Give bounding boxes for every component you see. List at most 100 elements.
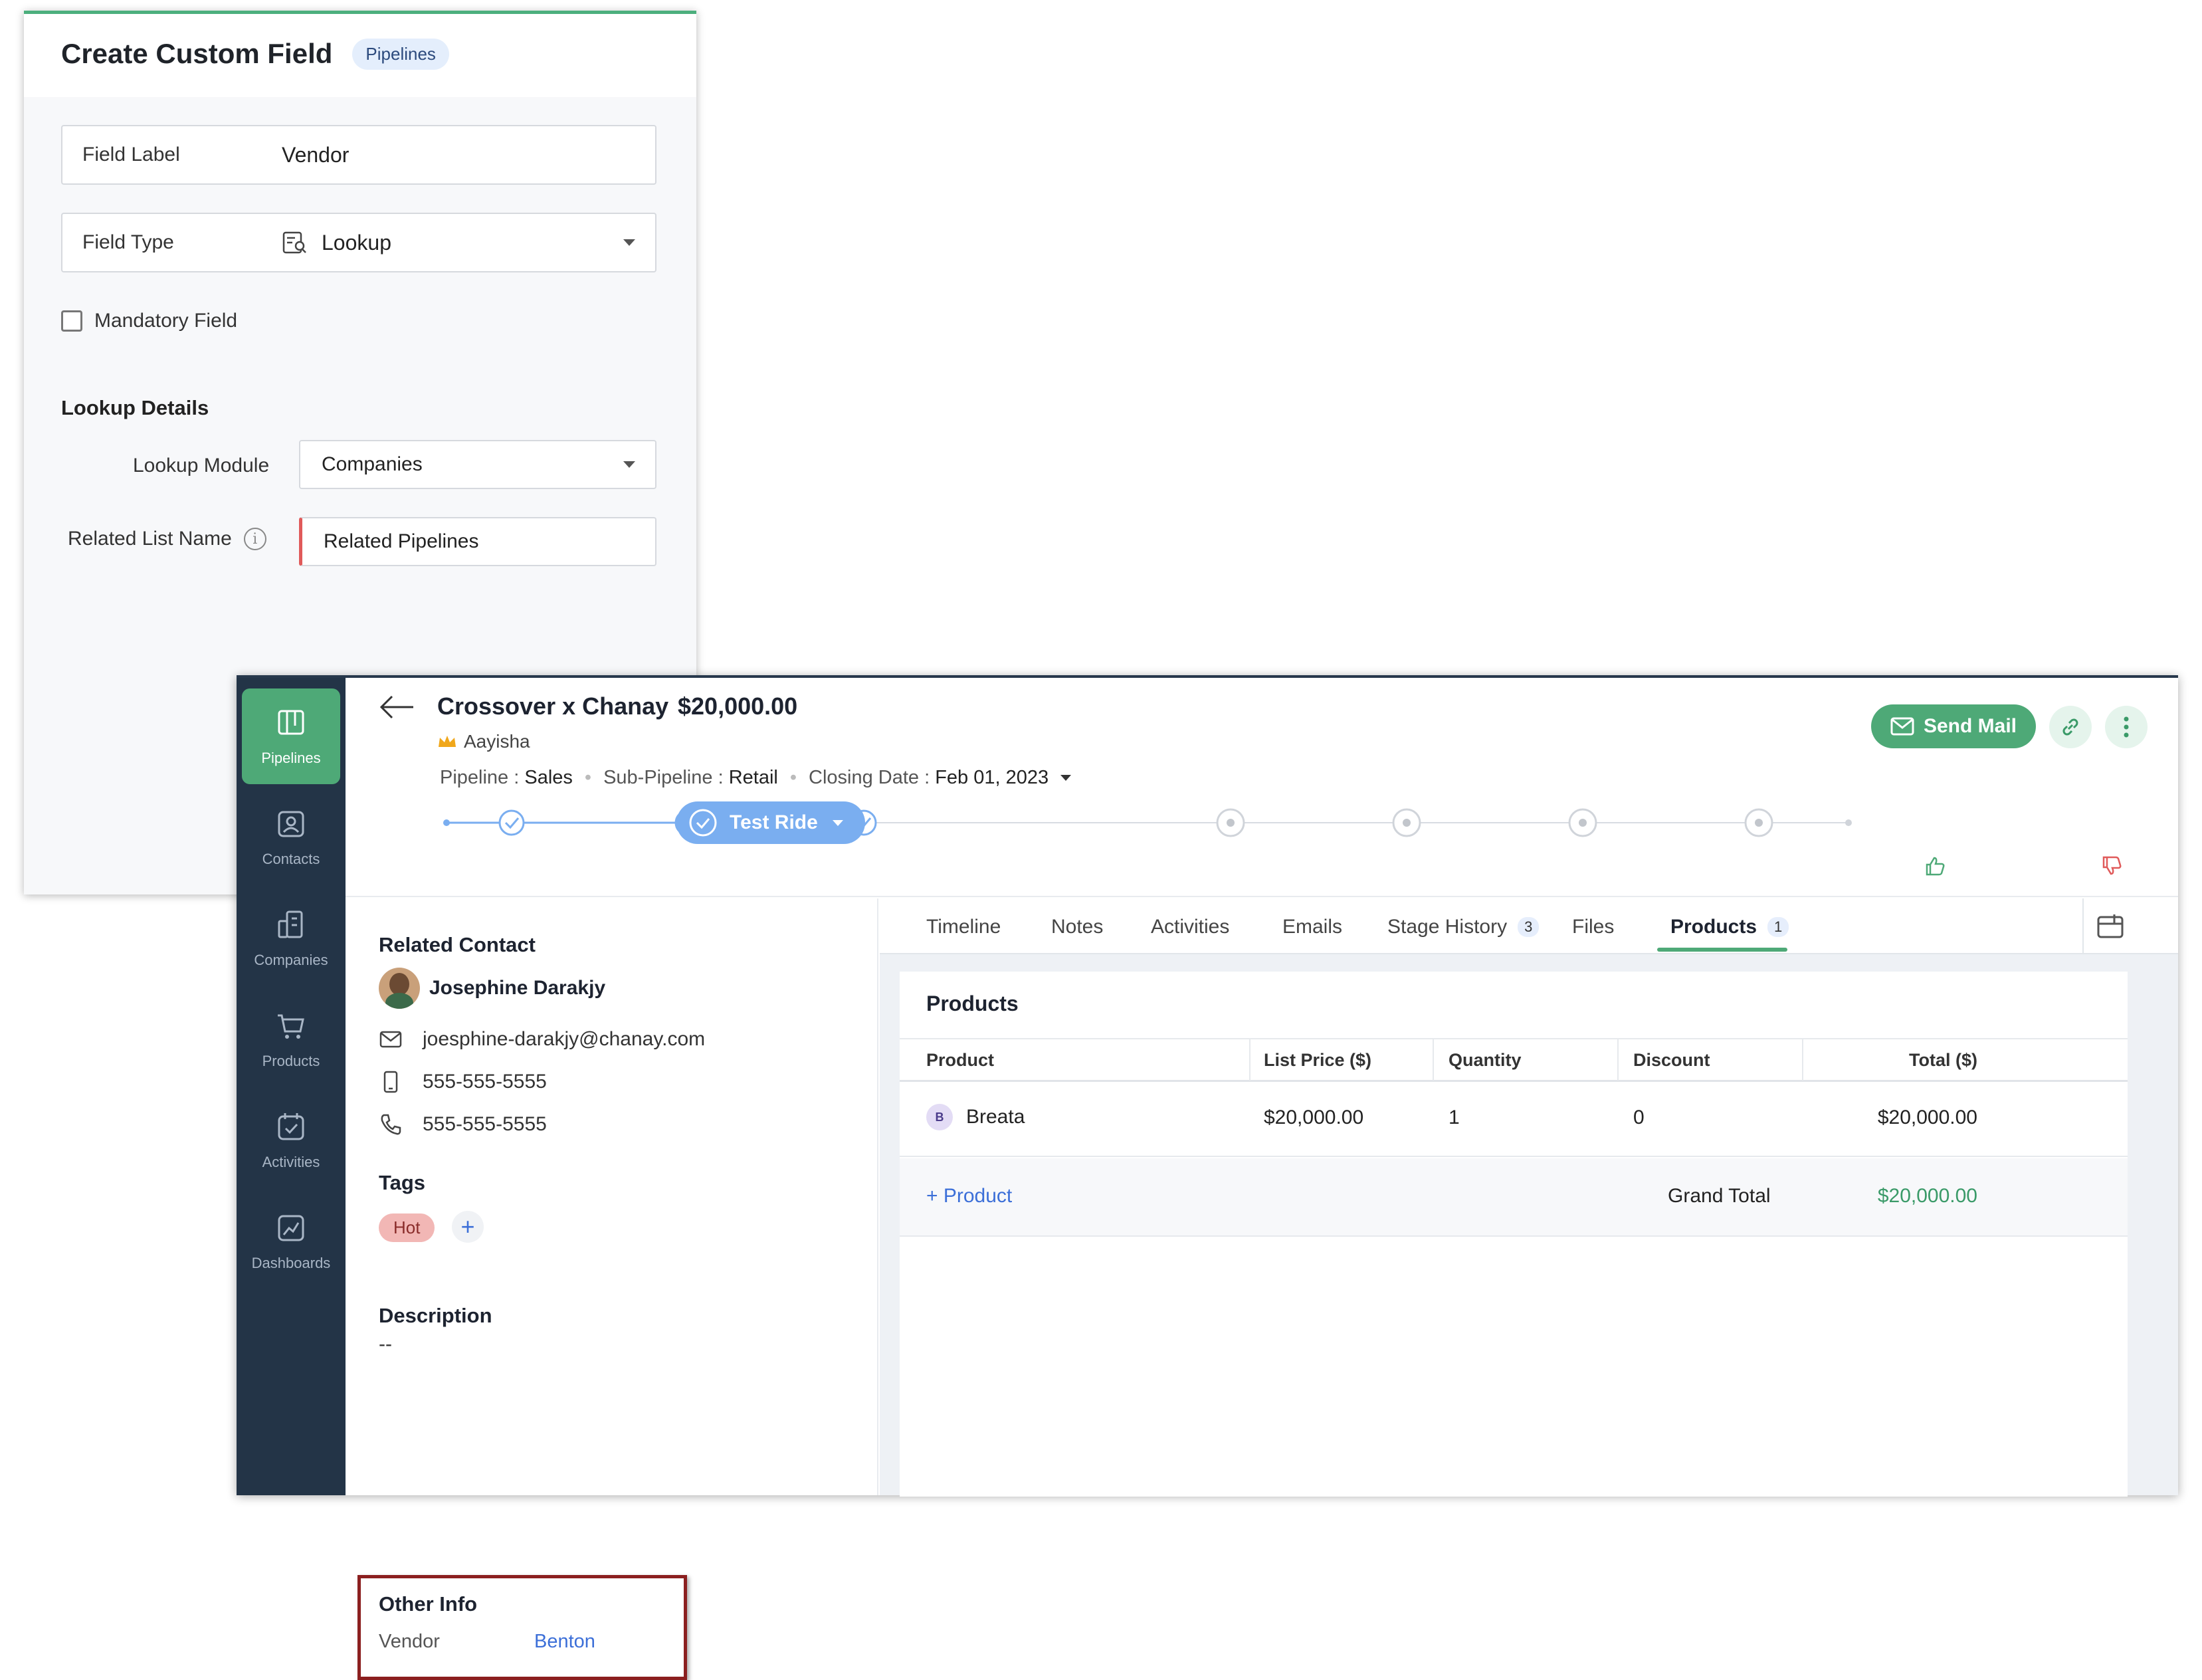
add-product-button[interactable]: + Product: [926, 1185, 1012, 1208]
sidebar-item-companies[interactable]: Companies: [242, 891, 340, 986]
product-cell[interactable]: B Breata: [926, 1104, 1025, 1130]
contact-mobile-row[interactable]: 555-555-5555: [379, 1070, 547, 1094]
sidebar-item-pipelines[interactable]: Pipelines: [242, 688, 340, 784]
sidebar-item-label: Activities: [262, 1154, 320, 1170]
discount-cell: 0: [1633, 1106, 1645, 1128]
products-table-header: Product List Price ($) Quantity Discount…: [900, 1038, 2128, 1082]
panel-title: Create Custom Field: [61, 38, 333, 69]
tag-hot[interactable]: Hot: [379, 1213, 435, 1242]
grand-total-label: Grand Total: [1668, 1185, 1771, 1207]
current-stage-label: Test Ride: [730, 811, 818, 833]
tab-count-badge: 1: [1767, 917, 1789, 937]
checkbox-box[interactable]: [61, 310, 82, 332]
chevron-down-icon: [623, 461, 635, 468]
col-separator: [1249, 1039, 1251, 1081]
contact-phone[interactable]: 555-555-5555: [423, 1113, 547, 1136]
contact-mobile[interactable]: 555-555-5555: [423, 1071, 547, 1093]
tab-stage-history[interactable]: Stage History 3: [1387, 916, 1540, 938]
send-mail-button[interactable]: Send Mail: [1871, 704, 2036, 748]
sidebar-item-products[interactable]: Products: [242, 992, 340, 1087]
deal-tabs-pane: Timeline Notes Activities Emails Stage H…: [880, 898, 2178, 1497]
chevron-down-icon: [623, 239, 635, 246]
field-type-select[interactable]: Field Type Lookup: [61, 213, 656, 272]
sidebar-item-label: Companies: [254, 952, 328, 968]
field-label-caption: Field Label: [82, 144, 180, 165]
chevron-down-icon: [832, 819, 843, 826]
current-stage-chip[interactable]: Test Ride: [676, 801, 865, 844]
lookup-module-select[interactable]: Companies: [299, 440, 656, 489]
phone-icon: [381, 1114, 401, 1135]
product-name[interactable]: Breata: [966, 1106, 1025, 1128]
lookup-details-heading: Lookup Details: [61, 396, 209, 419]
related-list-input[interactable]: Related Pipelines: [299, 517, 656, 566]
avatar: [379, 968, 420, 1009]
col-separator: [1433, 1039, 1434, 1081]
tab-divider: [2082, 898, 2084, 954]
other-info-highlight: [357, 1575, 687, 1680]
contact-name[interactable]: Josephine Darakjy: [429, 977, 605, 999]
sidebar-item-activities[interactable]: Activities: [242, 1093, 340, 1188]
active-tab-underline: [1657, 948, 1787, 952]
tab-timeline[interactable]: Timeline: [926, 916, 1001, 938]
deal-header: Crossover x Chanay $20,000.00 Aayisha Pi…: [346, 678, 2178, 897]
mandatory-checkbox[interactable]: Mandatory Field: [61, 310, 237, 332]
main-area: Crossover x Chanay $20,000.00 Aayisha Pi…: [346, 678, 2178, 1680]
col-separator: [1802, 1039, 1803, 1081]
field-label-input[interactable]: Field Label Vendor: [61, 125, 656, 185]
related-contact-heading: Related Contact: [379, 933, 536, 956]
deal-amount: $20,000.00: [678, 692, 798, 720]
field-label-value: Vendor: [282, 142, 350, 167]
related-list-label: Related List Name: [68, 528, 232, 550]
companies-icon: [278, 910, 303, 938]
tab-notes[interactable]: Notes: [1051, 916, 1103, 938]
sidebar-item-dashboards[interactable]: Dashboards: [242, 1194, 340, 1289]
tab-label: Stage History: [1387, 916, 1508, 938]
tab-emails[interactable]: Emails: [1282, 916, 1342, 938]
send-mail-label: Send Mail: [1923, 715, 2017, 737]
crown-icon: [439, 736, 456, 747]
contact-row[interactable]: Josephine Darakjy: [379, 968, 605, 1009]
closing-date-value[interactable]: Feb 01, 2023: [935, 767, 1049, 789]
contact-phone-row[interactable]: 555-555-5555: [379, 1112, 547, 1136]
kebab-menu-icon: [2124, 716, 2129, 738]
products-panel: Products Product List Price ($) Quantity…: [900, 972, 2128, 1497]
deal-owner: Aayisha: [437, 731, 530, 752]
sidebar-item-label: Products: [262, 1053, 320, 1069]
activities-icon: [278, 1113, 304, 1140]
stage-progress: Test Ride: [440, 801, 2122, 881]
tab-bar: Timeline Notes Activities Emails Stage H…: [880, 898, 2178, 954]
module-badge: Pipelines: [352, 38, 449, 70]
table-row[interactable]: B Breata $20,000.00 1 0 $20,000.00: [900, 1084, 2128, 1157]
contact-email-row[interactable]: joesphine-darakjy@chanay.com: [379, 1027, 705, 1051]
link-button[interactable]: [2049, 706, 2092, 748]
back-arrow-icon[interactable]: [379, 694, 416, 720]
tab-activities[interactable]: Activities: [1151, 916, 1229, 938]
field-type-value-wrap: Lookup: [282, 229, 391, 256]
add-tag-button[interactable]: +: [452, 1211, 484, 1243]
layout-toggle-icon[interactable]: [2096, 912, 2125, 941]
tab-files[interactable]: Files: [1572, 916, 1614, 938]
tags-heading: Tags: [379, 1171, 426, 1194]
products-title: Products: [926, 992, 1019, 1015]
chevron-down-icon[interactable]: [1060, 775, 1072, 781]
products-footer: + Product Grand Total $20,000.00: [900, 1158, 2128, 1237]
contact-email[interactable]: joesphine-darakjy@chanay.com: [423, 1028, 705, 1051]
thumbs-down-icon[interactable]: [2100, 855, 2123, 877]
pipeline-detail-window: Pipelines Contacts Companies Products Ac…: [237, 675, 2178, 1680]
stage-nodes: [440, 801, 1854, 881]
related-list-label-wrap: Related List Name i: [68, 528, 266, 550]
vendor-label: Vendor: [379, 1631, 440, 1652]
sidebar-item-label: Dashboards: [251, 1255, 331, 1271]
vendor-link[interactable]: Benton: [534, 1631, 595, 1653]
thumbs-up-icon[interactable]: [1924, 855, 1946, 877]
more-options-button[interactable]: [2105, 706, 2148, 748]
pipelines-icon: [278, 710, 304, 735]
info-icon[interactable]: i: [243, 528, 266, 550]
deal-info-pane: Related Contact Josephine Darakjy joesph…: [346, 898, 878, 1680]
list-price-cell: $20,000.00: [1264, 1106, 1364, 1128]
description-heading: Description: [379, 1304, 492, 1327]
total-cell: $20,000.00: [1877, 1106, 1977, 1128]
tab-products[interactable]: Products 1: [1670, 916, 1789, 938]
sidebar-item-contacts[interactable]: Contacts: [242, 789, 340, 885]
mail-icon: [379, 1031, 402, 1048]
